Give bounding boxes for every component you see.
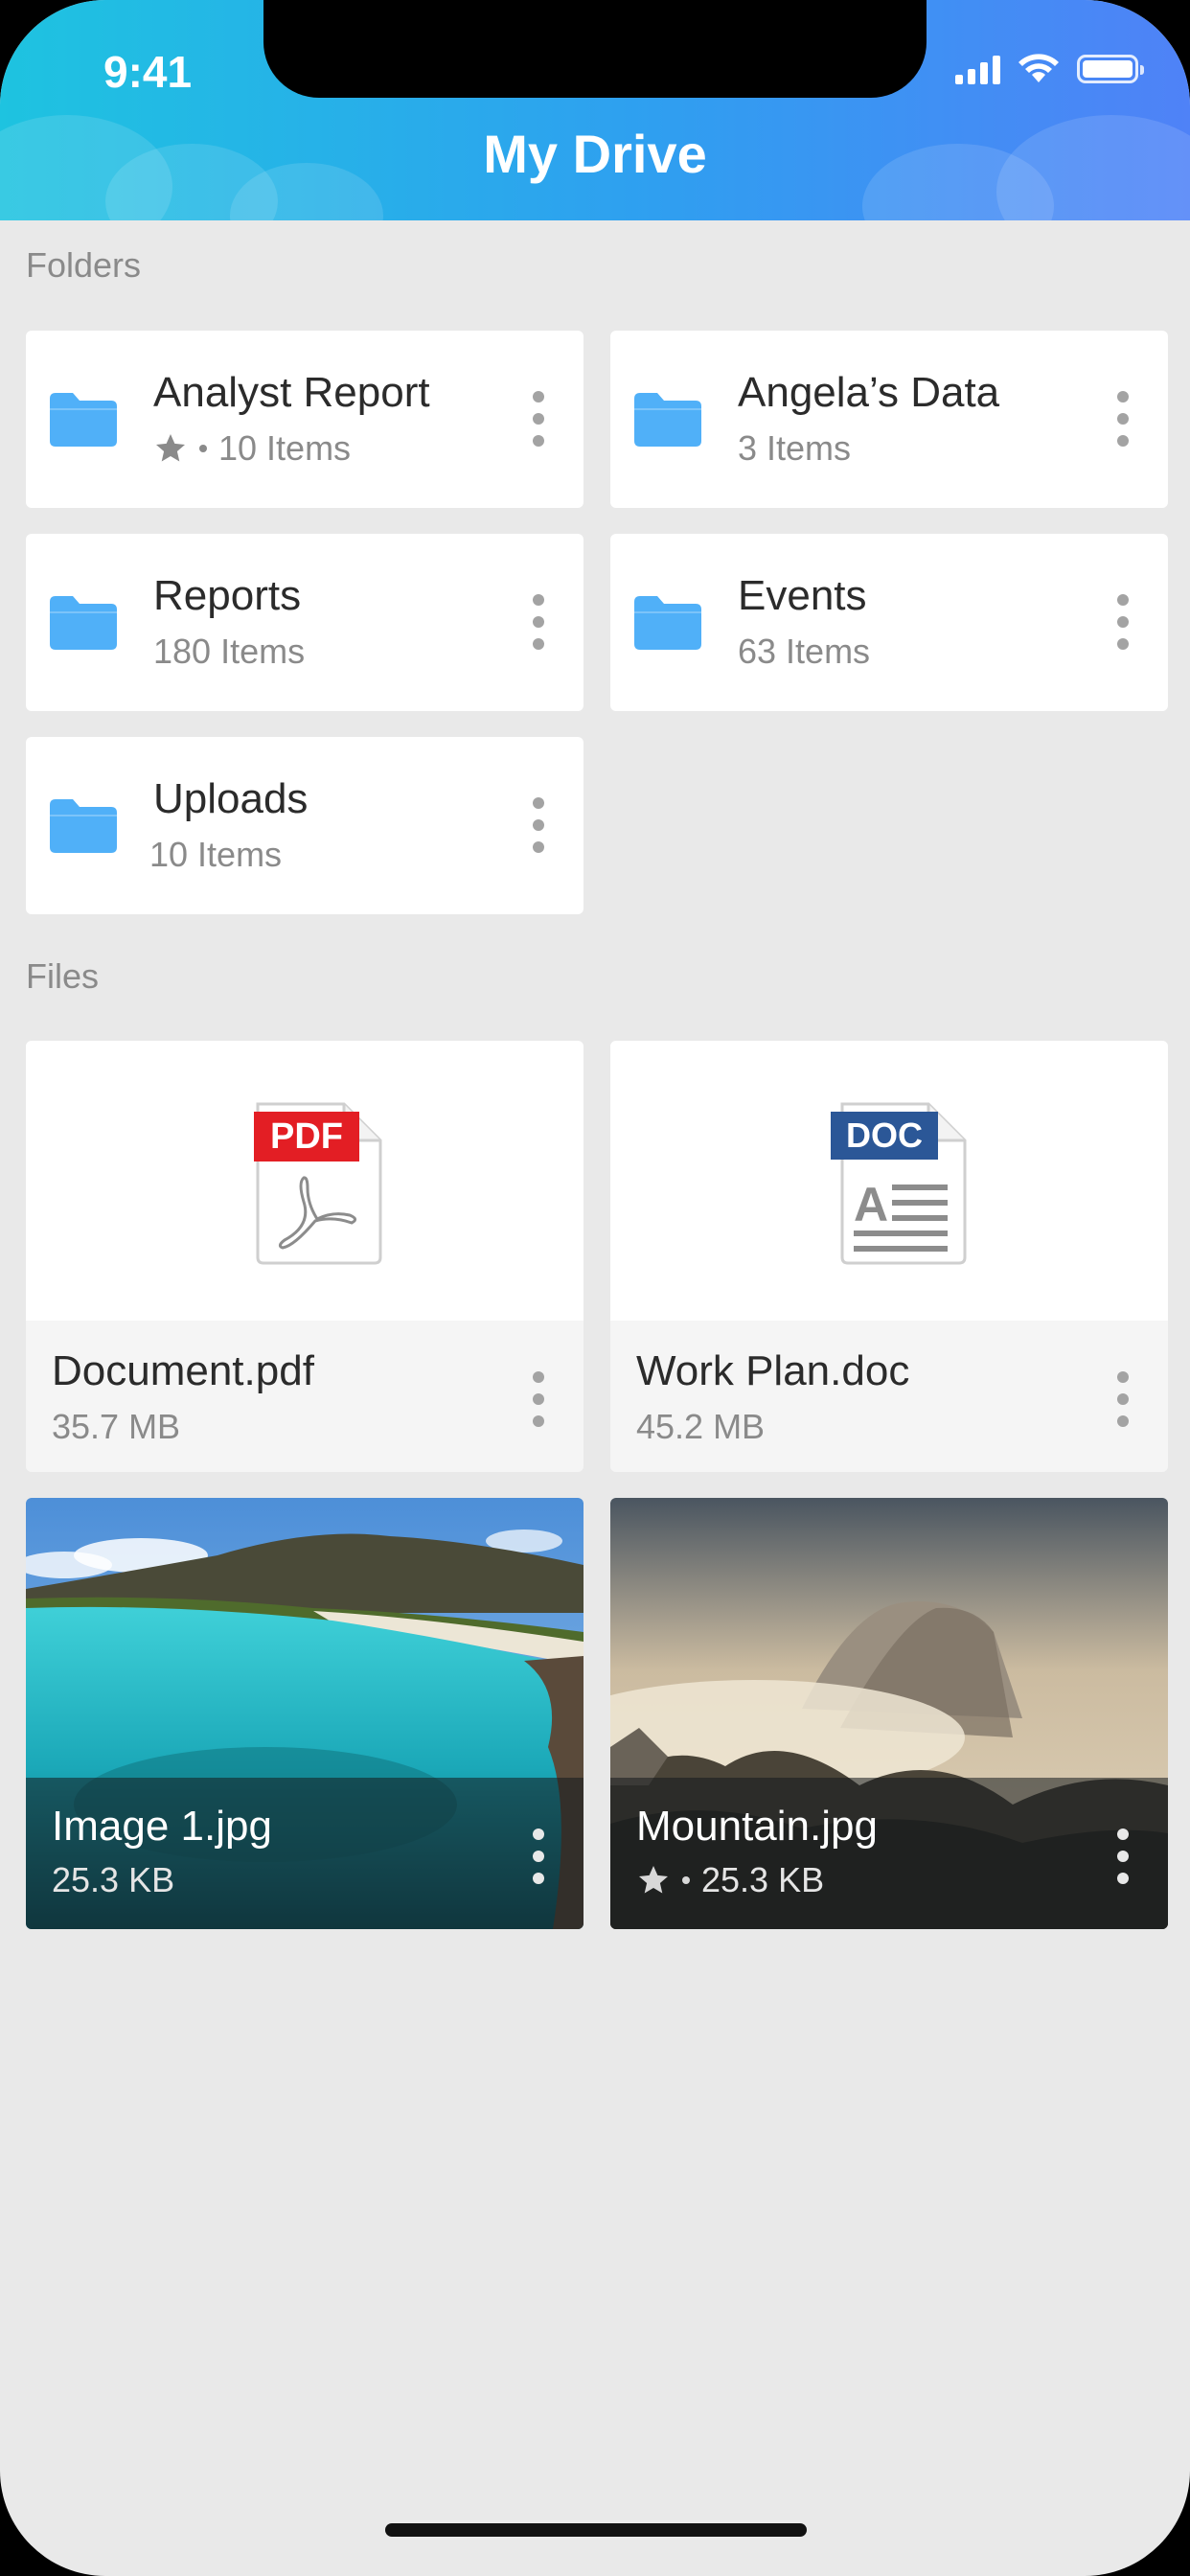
folder-icon: [50, 596, 117, 650]
pdf-badge: PDF: [270, 1116, 343, 1157]
file-name: Document.pdf: [52, 1347, 314, 1394]
more-options-button[interactable]: [1116, 594, 1130, 650]
file-size: 35.7 MB: [52, 1407, 181, 1446]
folder-card[interactable]: Reports 180 Items: [26, 534, 584, 711]
wifi-icon: [1018, 54, 1059, 82]
files-section-label: Files: [26, 956, 100, 996]
file-card[interactable]: DOC A Work Plan.doc 45.2 MB: [610, 1041, 1168, 1472]
star-icon: [156, 434, 185, 462]
folder-card[interactable]: Events 63 Items: [610, 534, 1168, 711]
file-name: Work Plan.doc: [636, 1347, 910, 1394]
status-icons: [955, 54, 1144, 84]
status-time: 9:41: [103, 47, 193, 97]
folder-meta: 10 Items: [153, 428, 351, 469]
battery-icon: [1077, 55, 1144, 83]
image-file-card[interactable]: Image 1.jpg 25.3 KB: [26, 1498, 584, 1929]
separator-dot: [199, 445, 207, 452]
folder-item-count: 180 Items: [153, 632, 306, 671]
pdf-file-icon: PDF: [254, 1102, 382, 1265]
file-preview: PDF: [26, 1041, 584, 1321]
folder-name: Reports: [153, 572, 302, 619]
folders-section-label: Folders: [26, 245, 142, 285]
folder-meta: 10 Items: [149, 835, 282, 875]
folder-item-count: 10 Items: [149, 835, 283, 874]
doc-badge: DOC: [846, 1116, 923, 1155]
image-caption-overlay: [610, 1778, 1168, 1929]
folder-card[interactable]: Uploads 10 Items: [26, 737, 584, 914]
more-options-button[interactable]: [1116, 391, 1130, 447]
more-options-button[interactable]: [1116, 1828, 1130, 1884]
more-options-button[interactable]: [532, 797, 545, 853]
folder-meta: 3 Items: [738, 428, 851, 469]
folder-name: Analyst Report: [153, 369, 430, 416]
file-name: Mountain.jpg: [636, 1803, 878, 1850]
device-notch: [263, 0, 927, 98]
home-indicator[interactable]: [385, 2523, 807, 2537]
app-header: 9:41 My Drive: [0, 0, 1190, 220]
folder-name: Angela’s Data: [738, 369, 1000, 416]
folder-icon: [50, 393, 117, 447]
screen: 9:41 My Drive Folders Analyst Report 10 …: [0, 0, 1190, 2576]
folder-icon: [634, 596, 701, 650]
page-title: My Drive: [483, 124, 707, 184]
folder-icon: [50, 799, 117, 853]
folder-meta: 180 Items: [153, 632, 305, 672]
file-size: 25.3 KB: [636, 1860, 824, 1900]
file-preview: DOC A: [610, 1041, 1168, 1321]
file-name: Image 1.jpg: [52, 1803, 272, 1850]
file-size-value: 25.3 KB: [701, 1860, 825, 1899]
folder-name: Uploads: [153, 775, 309, 822]
more-options-button[interactable]: [1116, 1371, 1130, 1427]
separator-dot: [682, 1876, 690, 1884]
file-size: 25.3 KB: [52, 1860, 174, 1900]
image-file-card[interactable]: Mountain.jpg 25.3 KB: [610, 1498, 1168, 1929]
signal-icon: [955, 54, 1000, 84]
folder-card[interactable]: Angela’s Data 3 Items: [610, 331, 1168, 508]
folder-icon: [634, 393, 701, 447]
svg-text:A: A: [854, 1178, 888, 1231]
folder-meta: 63 Items: [738, 632, 870, 672]
folder-name: Events: [738, 572, 867, 619]
more-options-button[interactable]: [532, 594, 545, 650]
file-card[interactable]: PDF Document.pdf 35.7 MB: [26, 1041, 584, 1472]
file-size-value: 25.3 KB: [52, 1860, 175, 1899]
folder-item-count: 3 Items: [738, 428, 852, 468]
folder-item-count: 10 Items: [218, 428, 352, 468]
folder-card[interactable]: Analyst Report 10 Items: [26, 331, 584, 508]
star-icon: [639, 1866, 668, 1894]
more-options-button[interactable]: [532, 391, 545, 447]
file-size: 45.2 MB: [636, 1407, 766, 1446]
image-caption-overlay: [26, 1778, 584, 1929]
doc-file-icon: DOC A: [831, 1102, 967, 1265]
more-options-button[interactable]: [532, 1828, 545, 1884]
more-options-button[interactable]: [532, 1371, 545, 1427]
folder-item-count: 63 Items: [738, 632, 871, 671]
